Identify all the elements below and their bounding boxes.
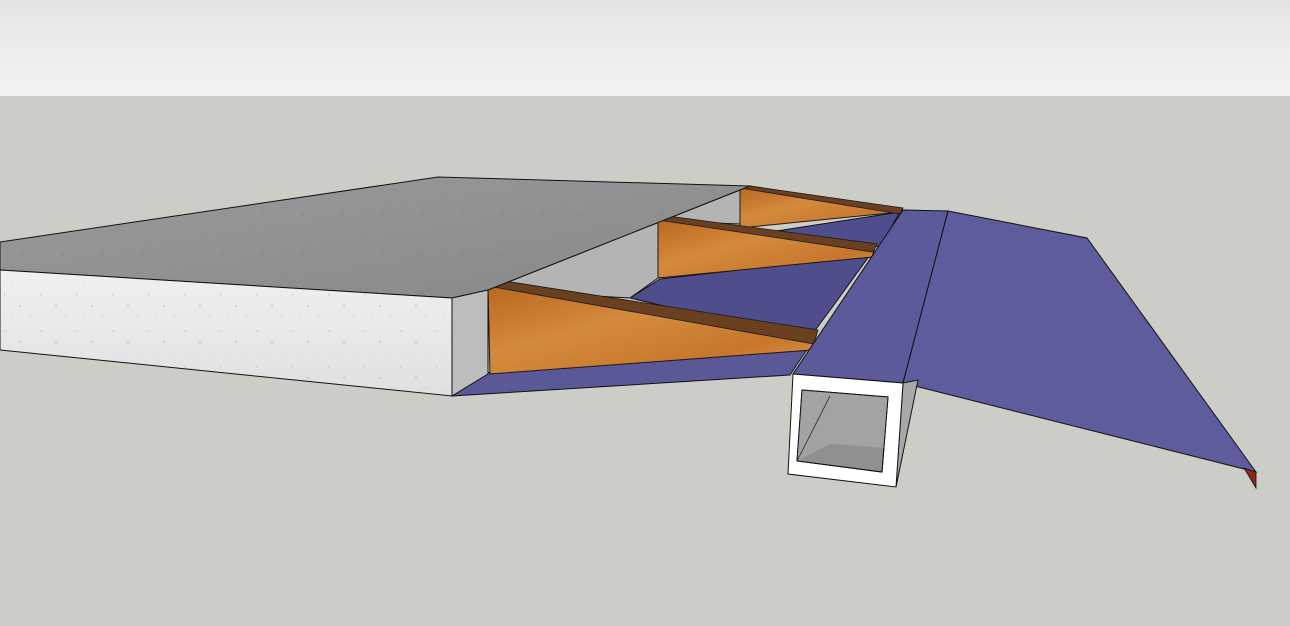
tube-beam[interactable]	[787, 373, 919, 488]
3d-model[interactable]	[0, 0, 1290, 626]
drip-edge	[1243, 467, 1257, 490]
modeling-viewport[interactable]	[0, 0, 1290, 626]
membrane-outer-flap[interactable]	[902, 210, 1258, 473]
